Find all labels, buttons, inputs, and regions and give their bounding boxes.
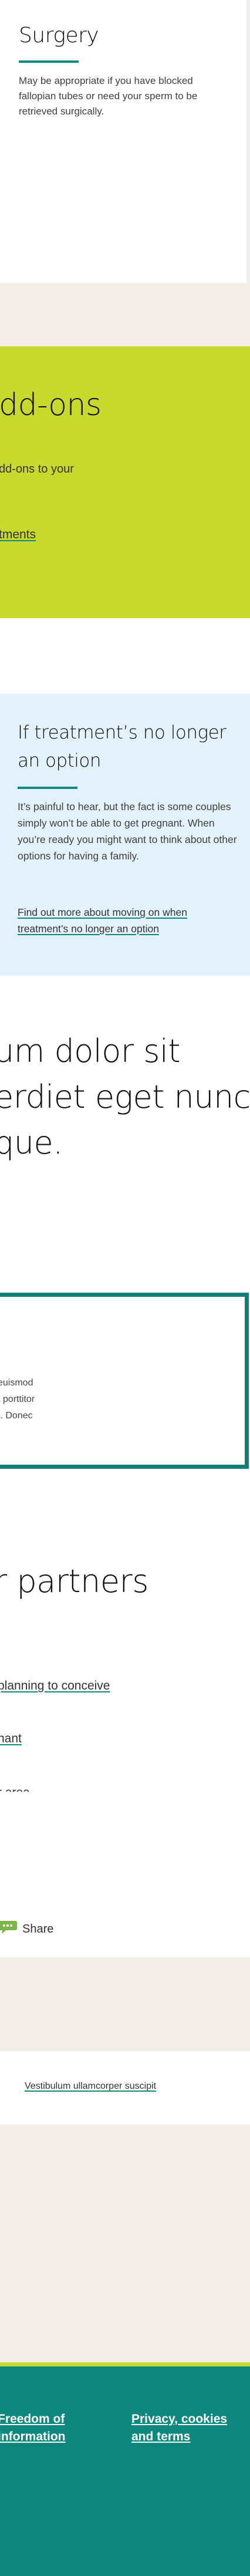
addons-description: dd-ons to your xyxy=(0,463,74,476)
quote-line: erdiet eget nunc xyxy=(0,1078,250,1115)
beige-spacer xyxy=(0,283,250,346)
surgery-description: May be appropriate if you have blocked f… xyxy=(19,75,198,117)
bordered-info-box: euismod t porttitor t. Donec xyxy=(0,1293,250,1475)
quote-text: um dolor sit erdiet eget nunc que. xyxy=(0,1029,250,1166)
partner-link-area[interactable]: r area xyxy=(0,1786,30,1792)
related-section: Vestibulum ullamcorper suscipit xyxy=(0,1957,250,2362)
page: Surgery May be appropriate if you have b… xyxy=(0,0,250,2576)
addons-panel: dd-ons dd-ons to your tments xyxy=(0,346,250,618)
quote-section: um dolor sit erdiet eget nunc que. xyxy=(0,976,250,1293)
surgery-accent-bar xyxy=(19,60,79,63)
white-spacer xyxy=(0,618,250,694)
share-label[interactable]: Share xyxy=(22,1923,53,1936)
partner-link-conceive[interactable]: planning to conceive xyxy=(0,1679,110,1693)
footer-accent-line xyxy=(0,2362,250,2366)
info-box-text: euismod t porttitor t. Donec xyxy=(0,1375,35,1424)
partners-section: r partners planning to conceive nant r a… xyxy=(0,1475,250,1792)
no-longer-option-accent-bar xyxy=(18,787,77,789)
no-longer-option-title: If treatment’s no longer an option xyxy=(18,722,227,771)
surgery-card: Surgery May be appropriate if you have b… xyxy=(0,0,250,283)
surgery-title: Surgery xyxy=(19,23,99,48)
quote-line: um dolor sit xyxy=(0,1033,181,1070)
info-box-line: t porttitor xyxy=(0,1394,35,1404)
partner-link-pregnant[interactable]: nant xyxy=(0,1732,22,1746)
footer-link-privacy[interactable]: Privacy, cookies and terms xyxy=(131,2410,243,2446)
moving-on-link[interactable]: Find out more about moving on when treat… xyxy=(18,904,241,937)
info-box-line: t. Donec xyxy=(0,1411,33,1421)
share-section: Share xyxy=(0,1792,250,1957)
addons-title: dd-ons xyxy=(0,387,102,423)
no-longer-option-card: If treatment’s no longer an option It’s … xyxy=(0,694,250,976)
partners-title: r partners xyxy=(0,1563,148,1600)
info-box-border xyxy=(0,1293,249,1469)
quote-line: que. xyxy=(0,1124,63,1161)
footer-link-freedom-of-information[interactable]: Freedom of information xyxy=(0,2410,115,2446)
card-edge-shadow xyxy=(246,0,250,283)
site-footer: Freedom of information Privacy, cookies … xyxy=(0,2362,250,2576)
no-longer-option-description: It’s painful to hear, but the fact is so… xyxy=(18,801,237,862)
info-box-line: euismod xyxy=(0,1378,33,1388)
share-speech-bubble-icon[interactable] xyxy=(0,1920,18,1935)
addons-link[interactable]: tments xyxy=(0,528,36,542)
related-link[interactable]: Vestibulum ullamcorper suscipit xyxy=(25,2081,156,2092)
